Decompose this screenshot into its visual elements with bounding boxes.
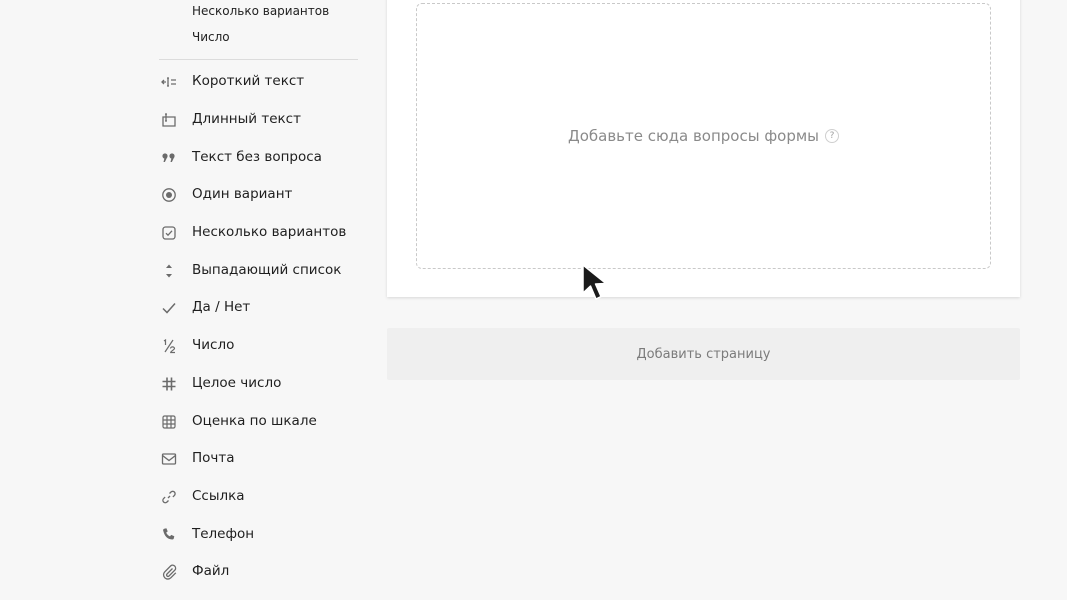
sidebar: Несколько вариантов Число Короткий текст… — [0, 0, 372, 600]
sidebar-item-long-text[interactable]: Длинный текст — [160, 106, 360, 134]
sidebar-item-label: Да / Нет — [192, 299, 251, 315]
sidebar-item-label: Выпадающий список — [192, 262, 342, 278]
link-icon — [160, 488, 178, 506]
sidebar-item-single-choice[interactable]: Один вариант — [160, 181, 360, 209]
sidebar-item-file[interactable]: Файл — [160, 558, 360, 586]
sidebar-item-number[interactable]: Число — [160, 332, 360, 360]
sidebar-subitem-number[interactable]: Число — [192, 30, 230, 44]
sidebar-item-label: Ссылка — [192, 488, 245, 504]
sidebar-item-short-text[interactable]: Короткий текст — [160, 68, 360, 96]
sidebar-item-dropdown[interactable]: Выпадающий список — [160, 257, 360, 285]
envelope-icon — [160, 450, 178, 468]
phone-icon — [160, 526, 178, 544]
sidebar-item-text-without-question[interactable]: Текст без вопроса — [160, 144, 360, 172]
dropdown-icon — [160, 262, 178, 280]
fraction-icon — [160, 337, 178, 355]
sidebar-item-email[interactable]: Почта — [160, 445, 360, 473]
sidebar-item-label: Текст без вопроса — [192, 149, 322, 165]
hash-icon — [160, 375, 178, 393]
sidebar-item-label: Телефон — [192, 526, 255, 542]
form-page-card: Добавьте сюда вопросы формы ? — [387, 0, 1020, 297]
sidebar-item-scale-rating[interactable]: Оценка по шкале — [160, 408, 360, 436]
sidebar-item-label: Число — [192, 337, 235, 353]
sidebar-item-phone[interactable]: Телефон — [160, 521, 360, 549]
sidebar-item-label: Длинный текст — [192, 111, 301, 127]
help-icon[interactable]: ? — [825, 129, 840, 143]
long-text-icon — [160, 111, 178, 129]
grid-scale-icon — [160, 413, 178, 431]
sidebar-item-label: Оценка по шкале — [192, 413, 317, 429]
add-page-button[interactable]: Добавить страницу — [387, 328, 1020, 380]
sidebar-item-integer[interactable]: Целое число — [160, 370, 360, 398]
sidebar-divider — [159, 59, 358, 60]
sidebar-item-yes-no[interactable]: Да / Нет — [160, 294, 360, 322]
questions-dropzone[interactable]: Добавьте сюда вопросы формы ? — [416, 3, 991, 269]
radio-icon — [160, 186, 178, 204]
dropzone-hint: Добавьте сюда вопросы формы — [567, 127, 820, 145]
checkbox-icon — [160, 224, 178, 242]
sidebar-item-label: Несколько вариантов — [192, 224, 347, 240]
sidebar-item-label: Один вариант — [192, 186, 293, 202]
sidebar-item-multiple-choice[interactable]: Несколько вариантов — [160, 219, 360, 247]
quote-icon — [160, 149, 178, 167]
sidebar-item-label: Короткий текст — [192, 73, 305, 89]
sidebar-subitem-multiple-choice[interactable]: Несколько вариантов — [192, 4, 329, 18]
checkmark-icon — [160, 299, 178, 317]
paperclip-icon — [160, 563, 178, 581]
sidebar-item-link[interactable]: Ссылка — [160, 483, 360, 511]
sidebar-item-label: Файл — [192, 563, 230, 579]
sidebar-item-label: Почта — [192, 450, 235, 466]
sidebar-item-label: Целое число — [192, 375, 282, 391]
short-text-icon — [160, 73, 178, 91]
